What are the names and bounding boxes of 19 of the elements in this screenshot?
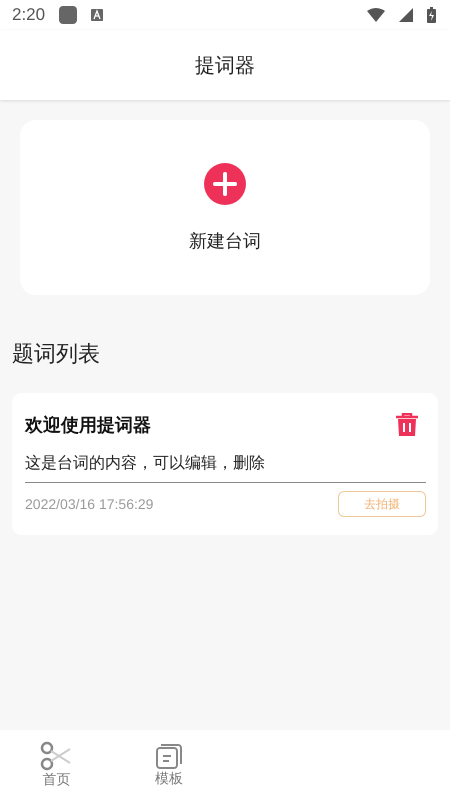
- status-time: 2:20: [12, 5, 46, 25]
- keyboard-notification-icon: [91, 9, 104, 21]
- script-time: 2022/03/16 17:56:29: [25, 496, 154, 512]
- trash-icon[interactable]: [396, 413, 418, 437]
- app-notification-icon: [59, 6, 78, 24]
- script-content: 这是台词的内容，可以编辑，删除: [25, 453, 426, 483]
- plus-icon: [204, 162, 246, 204]
- scissors-icon: [40, 741, 72, 771]
- new-script-button[interactable]: 新建台词: [20, 120, 430, 295]
- wifi-icon: [367, 8, 385, 22]
- nav-tab[interactable]: 首页: [0, 730, 112, 800]
- script-title: 欢迎使用提词器: [25, 414, 151, 437]
- template-icon: [154, 742, 183, 770]
- section-title: 题词列表: [12, 341, 101, 369]
- battery-icon: [427, 7, 436, 23]
- nav-tab[interactable]: 模板: [112, 730, 225, 800]
- script-card[interactable]: 欢迎使用提词器 这是台词的内容，可以编辑，删除 2022/03/16 17:56:29 去拍摄: [12, 393, 438, 535]
- page-title: 提词器: [195, 52, 255, 78]
- signal-icon: [399, 8, 413, 22]
